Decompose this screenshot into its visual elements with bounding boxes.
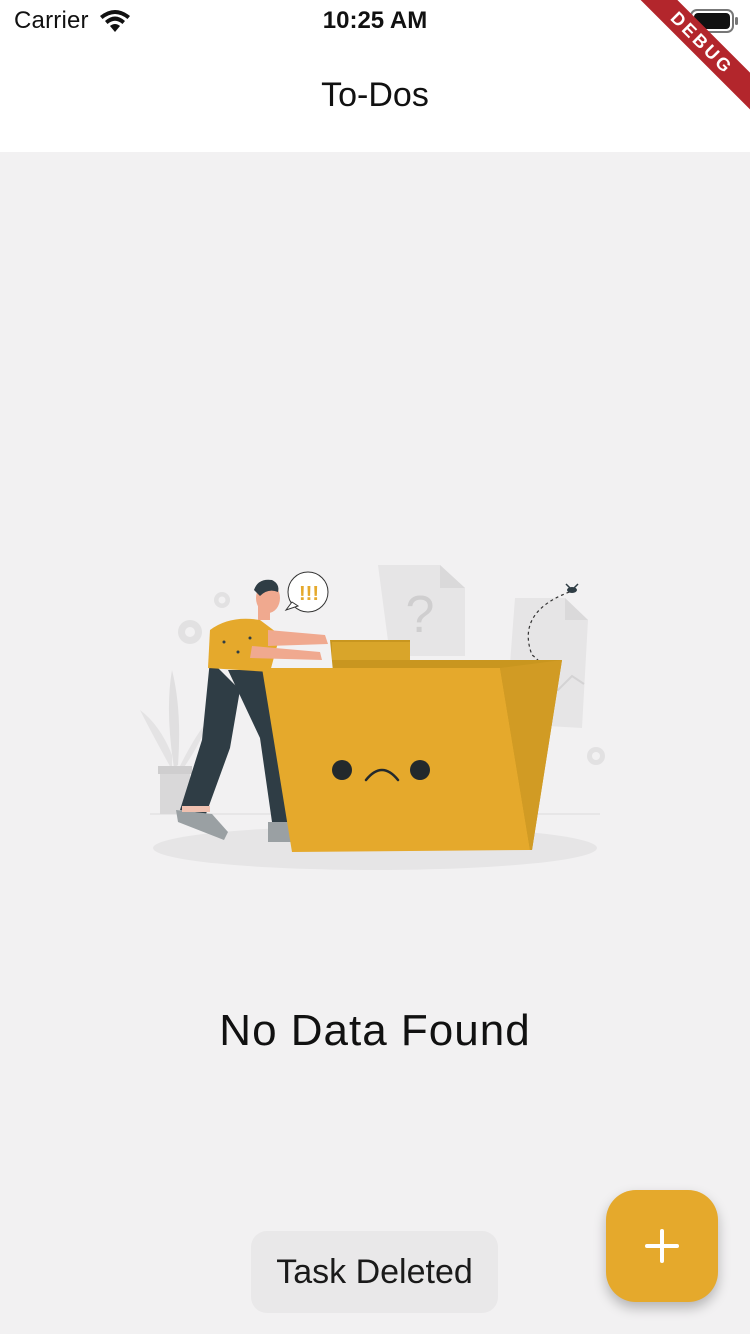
plus-icon (645, 1229, 679, 1263)
fly-icon (565, 583, 579, 593)
folder-eye-left (332, 760, 352, 780)
status-time: 10:25 AM (322, 7, 428, 34)
question-mark: ? (406, 586, 435, 644)
folder-icon (262, 640, 562, 852)
status-bar: Carrier 10:25 AM (0, 0, 750, 40)
battery-icon (690, 9, 738, 33)
page-title: To-Dos (321, 76, 429, 114)
alert-text: !!! (299, 583, 319, 605)
alert-speech-bubble: !!! (284, 571, 329, 613)
snackbar: Task Deleted (251, 1231, 498, 1313)
empty-state-message: No Data Found (219, 1006, 531, 1055)
folder-eye-right (410, 760, 430, 780)
add-task-button[interactable] (606, 1190, 718, 1302)
empty-folder-illustration: ? !!! (140, 565, 605, 870)
navigation-bar: To-Dos (0, 40, 750, 152)
snackbar-message: Task Deleted (276, 1252, 473, 1291)
